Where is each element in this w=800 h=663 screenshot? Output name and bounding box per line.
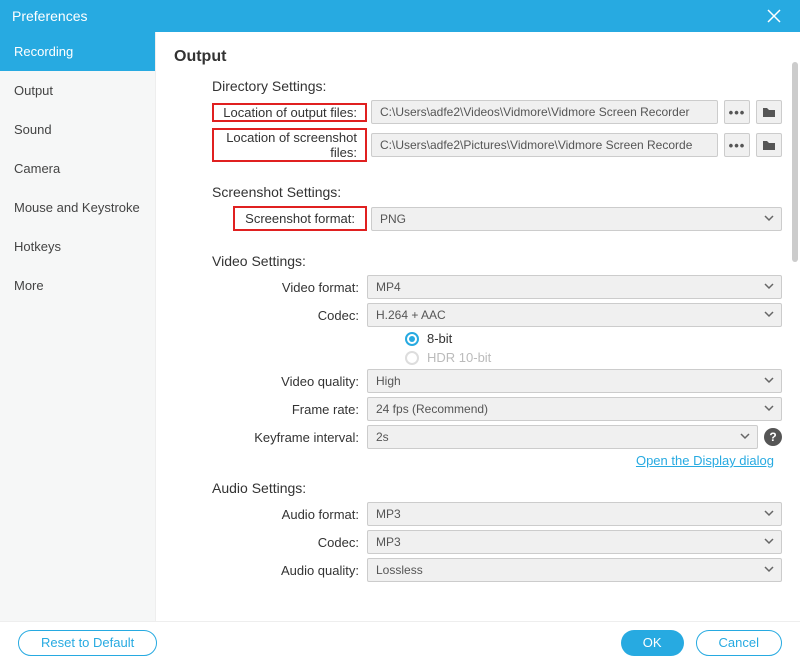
ellipsis-icon: ••• xyxy=(729,105,746,120)
page-title: Output xyxy=(174,48,782,66)
footer: Reset to Default OK Cancel xyxy=(0,621,800,663)
main-panel: Output Directory Settings: Location of o… xyxy=(156,32,800,621)
sidebar-item-sound[interactable]: Sound xyxy=(0,110,155,149)
screenshot-location-label: Location of screenshot files: xyxy=(214,130,365,160)
video-format-select[interactable]: MP4 xyxy=(367,275,782,299)
folder-icon xyxy=(762,139,776,151)
frame-rate-select[interactable]: 24 fps (Recommend) xyxy=(367,397,782,421)
audio-format-label: Audio format: xyxy=(212,507,367,522)
audio-codec-label: Codec: xyxy=(212,535,367,550)
keyframe-help-button[interactable]: ? xyxy=(764,428,782,446)
titlebar: Preferences xyxy=(0,0,800,32)
output-location-label: Location of output files: xyxy=(214,105,365,120)
video-codec-select[interactable]: H.264 + AAC xyxy=(367,303,782,327)
browse-screenshot-button[interactable]: ••• xyxy=(724,133,750,157)
output-location-field[interactable]: C:\Users\adfe2\Videos\Vidmore\Vidmore Sc… xyxy=(371,100,718,124)
screenshot-format-select[interactable]: PNG xyxy=(371,207,782,231)
bit-depth-10-label: HDR 10-bit xyxy=(427,350,491,365)
sidebar-item-recording[interactable]: Recording xyxy=(0,32,155,71)
folder-icon xyxy=(762,106,776,118)
bit-depth-8-label: 8-bit xyxy=(427,331,452,346)
chevron-down-icon xyxy=(739,430,751,445)
open-output-folder-button[interactable] xyxy=(756,100,782,124)
sidebar-item-hotkeys[interactable]: Hotkeys xyxy=(0,227,155,266)
open-screenshot-folder-button[interactable] xyxy=(756,133,782,157)
screenshot-location-field[interactable]: C:\Users\adfe2\Pictures\Vidmore\Vidmore … xyxy=(371,133,718,157)
audio-quality-select[interactable]: Lossless xyxy=(367,558,782,582)
chevron-down-icon xyxy=(763,507,775,522)
chevron-down-icon xyxy=(763,563,775,578)
reset-to-default-button[interactable]: Reset to Default xyxy=(18,630,157,656)
frame-rate-label: Frame rate: xyxy=(212,402,367,417)
screenshot-format-label: Screenshot format: xyxy=(233,206,367,231)
audio-format-select[interactable]: MP3 xyxy=(367,502,782,526)
chevron-down-icon xyxy=(763,308,775,323)
keyframe-interval-select[interactable]: 2s xyxy=(367,425,758,449)
sidebar-item-more[interactable]: More xyxy=(0,266,155,305)
audio-codec-select[interactable]: MP3 xyxy=(367,530,782,554)
video-quality-label: Video quality: xyxy=(212,374,367,389)
chevron-down-icon xyxy=(763,535,775,550)
bit-depth-10-radio xyxy=(405,351,419,365)
screenshot-settings-title: Screenshot Settings: xyxy=(212,184,782,200)
sidebar: Recording Output Sound Camera Mouse and … xyxy=(0,32,156,621)
chevron-down-icon xyxy=(763,280,775,295)
video-codec-label: Codec: xyxy=(212,308,367,323)
bit-depth-8-radio[interactable] xyxy=(405,332,419,346)
video-quality-select[interactable]: High xyxy=(367,369,782,393)
audio-settings-title: Audio Settings: xyxy=(212,480,782,496)
chevron-down-icon xyxy=(763,374,775,389)
sidebar-item-mouse-keystroke[interactable]: Mouse and Keystroke xyxy=(0,188,155,227)
chevron-down-icon xyxy=(763,212,775,227)
directory-settings-title: Directory Settings: xyxy=(212,78,782,94)
ellipsis-icon: ••• xyxy=(729,138,746,153)
video-settings-title: Video Settings: xyxy=(212,253,782,269)
sidebar-item-output[interactable]: Output xyxy=(0,71,155,110)
open-display-dialog-link[interactable]: Open the Display dialog xyxy=(636,453,774,468)
ok-button[interactable]: OK xyxy=(621,630,684,656)
browse-output-button[interactable]: ••• xyxy=(724,100,750,124)
keyframe-interval-label: Keyframe interval: xyxy=(212,430,367,445)
video-format-label: Video format: xyxy=(212,280,367,295)
sidebar-item-camera[interactable]: Camera xyxy=(0,149,155,188)
scrollbar[interactable] xyxy=(792,62,798,262)
audio-quality-label: Audio quality: xyxy=(212,563,367,578)
chevron-down-icon xyxy=(763,402,775,417)
close-button[interactable] xyxy=(760,2,788,30)
window-title: Preferences xyxy=(12,8,760,24)
cancel-button[interactable]: Cancel xyxy=(696,630,782,656)
